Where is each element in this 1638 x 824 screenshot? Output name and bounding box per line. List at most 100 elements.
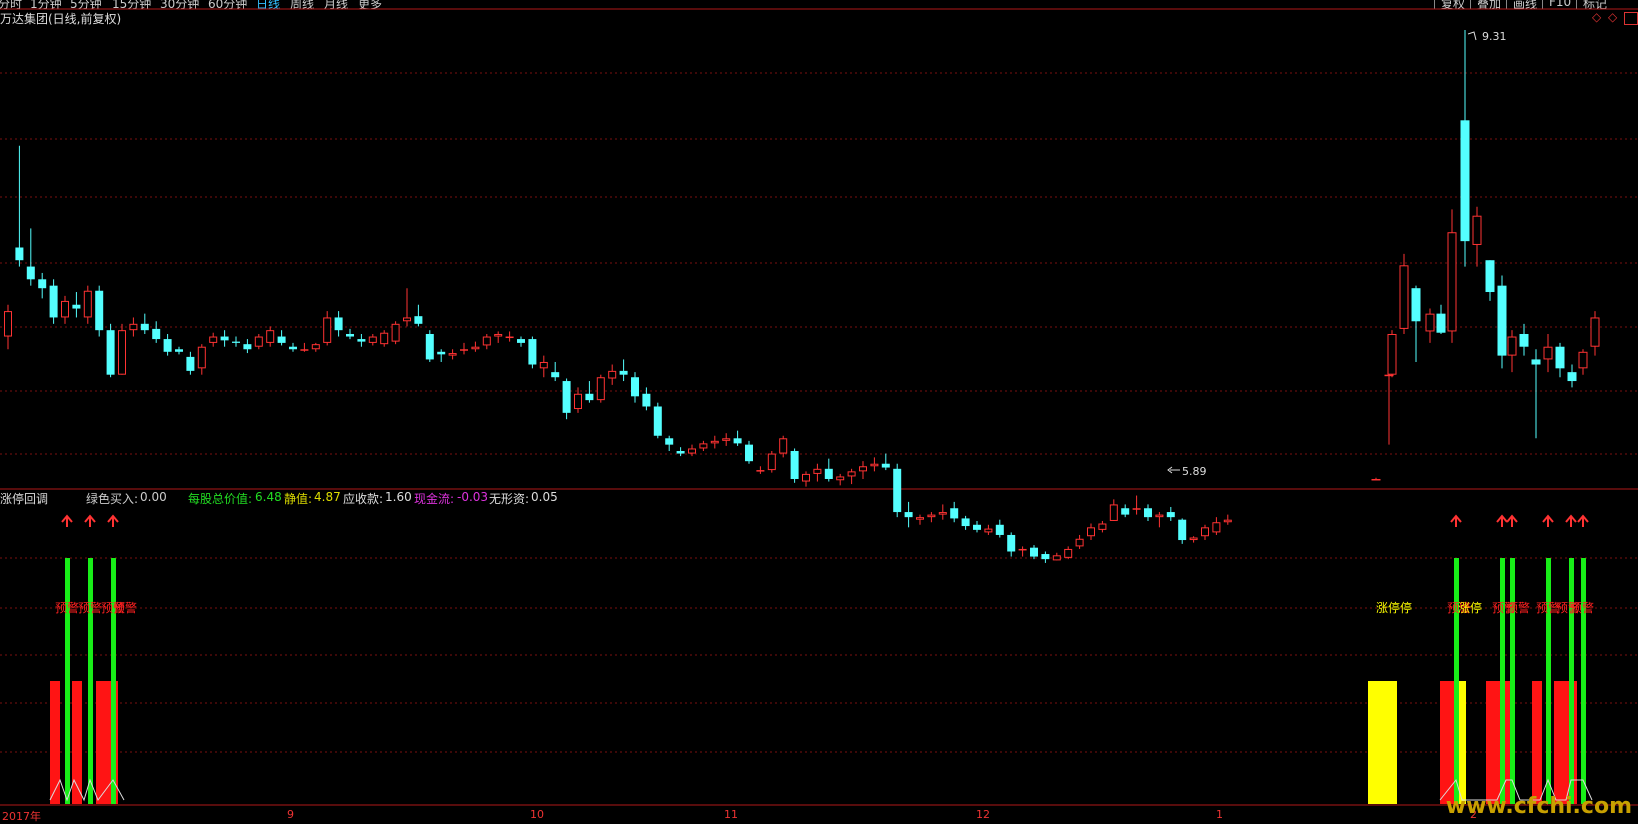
candle-body-up (1064, 548, 1073, 558)
watermark: www.cfchi.com (1445, 794, 1632, 819)
signal-text-label: 预警 (78, 600, 102, 615)
candle-body-up (1590, 317, 1600, 347)
candle-body-up (197, 346, 206, 369)
candle-body-down (1460, 120, 1470, 242)
candle-body-down (1519, 333, 1529, 347)
candle-body-down (437, 351, 446, 355)
candle-body-up (1075, 538, 1084, 547)
candle-body-up (448, 353, 457, 356)
candle-body-down (904, 512, 913, 518)
up-arrow-icon (1506, 514, 1518, 527)
candle-body-up (1189, 537, 1198, 541)
candle-body-down (631, 377, 639, 397)
candle-body-down (38, 279, 47, 289)
candle-body-down (517, 339, 525, 343)
candle-body-up (596, 377, 605, 401)
candle-body-up (494, 333, 503, 337)
candle-body-up (254, 336, 263, 347)
candle-body-up (722, 438, 731, 441)
candle-body-down (665, 438, 674, 445)
buy-signal-line-green (1546, 558, 1551, 804)
candle-body-up (1425, 313, 1435, 332)
candle-body-up (608, 370, 617, 379)
candle-body-up (368, 336, 377, 343)
buy-signal-line-green (65, 558, 70, 804)
candle-body-up (1052, 555, 1061, 561)
candle-body-down (1531, 359, 1541, 365)
stock-chart[interactable]: 9.31 5.89 预警预警预警预警 涨停停 预警涨停 预警预警 预警预警预警 (0, 0, 1638, 819)
candle-body-up (1018, 548, 1027, 551)
low-arrow-icon (1167, 466, 1180, 474)
candle-body-down (562, 381, 571, 413)
candle-body-down (425, 333, 434, 360)
buy-signal-line-green (1581, 558, 1586, 804)
candle-body-down (961, 518, 970, 527)
candle-body-down (1567, 372, 1577, 382)
candle-body-up (688, 448, 696, 454)
candle-body-up (539, 361, 548, 369)
candle-body-up (266, 330, 275, 343)
up-arrow-icon (61, 514, 73, 527)
candle-body-up (1507, 336, 1517, 356)
candle-body-down (346, 333, 354, 337)
candle-body-up (916, 517, 924, 520)
candle-body-down (1144, 508, 1152, 518)
candle-body-up (938, 512, 947, 515)
candle-body-down (1497, 285, 1507, 356)
up-arrow-icon (1496, 514, 1508, 527)
candle-body-up (813, 468, 822, 474)
xaxis-label-11: 11 (724, 808, 738, 821)
up-arrow-icon (1542, 514, 1554, 527)
buy-signal-line-green (1569, 558, 1574, 804)
candle-body-down (1555, 346, 1565, 369)
candle-body-down (175, 349, 183, 352)
up-arrow-icon (1577, 514, 1589, 527)
candle-body-down (357, 339, 366, 342)
candle-body-down (232, 341, 240, 343)
signal-bar-red (1486, 681, 1510, 804)
candle-body-up (482, 336, 491, 346)
candle-body-up (1472, 215, 1482, 245)
up-arrow-icon (107, 514, 119, 527)
xaxis-label-10: 10 (530, 808, 544, 821)
candle-body-up (61, 300, 69, 318)
candle-body-down (973, 524, 981, 530)
candle-body-down (243, 344, 252, 350)
candle-body-down (1166, 512, 1175, 518)
candle-body-down (950, 508, 959, 519)
candle-body-up (984, 528, 993, 533)
candle-body-down (277, 336, 286, 343)
signal-text-label: 预警 (55, 600, 79, 615)
buy-signal-line-green (1500, 558, 1505, 804)
limit-up-bar-yellow (1368, 681, 1397, 804)
candle-body-up (927, 514, 936, 518)
xaxis-label-1: 1 (1216, 808, 1223, 821)
candle-body-down (26, 266, 35, 280)
candle-body-up (380, 332, 389, 345)
candle-body-down (152, 328, 161, 340)
signal-text-label: 预警 (1570, 600, 1594, 615)
candle-body-up (403, 317, 411, 322)
candle-body-up (471, 346, 480, 350)
candle-body-up (1155, 514, 1164, 518)
candle-body-up (209, 336, 218, 343)
candle-body-down (1436, 313, 1446, 333)
candle-body-down (15, 247, 24, 261)
candle-body-down (1007, 534, 1016, 552)
candle-body-down (881, 463, 890, 468)
candle-body-down (733, 438, 742, 444)
candle-body-down (1030, 547, 1038, 557)
candle-body-up (1201, 527, 1209, 537)
candle-body-up (4, 311, 12, 337)
candle-body-up (460, 349, 468, 351)
candle-body-up (323, 317, 332, 343)
candle-body-down (140, 323, 149, 331)
candle-body-up (779, 438, 788, 454)
candle-body-up (574, 393, 582, 410)
signal-text-label: 涨停 (1458, 600, 1482, 615)
high-price-label: 9.31 (1482, 30, 1507, 43)
xaxis-label-12: 12 (976, 808, 990, 821)
candle-body-down (106, 330, 115, 375)
candle-body-down (95, 290, 104, 331)
candle-body-up (1447, 232, 1457, 332)
